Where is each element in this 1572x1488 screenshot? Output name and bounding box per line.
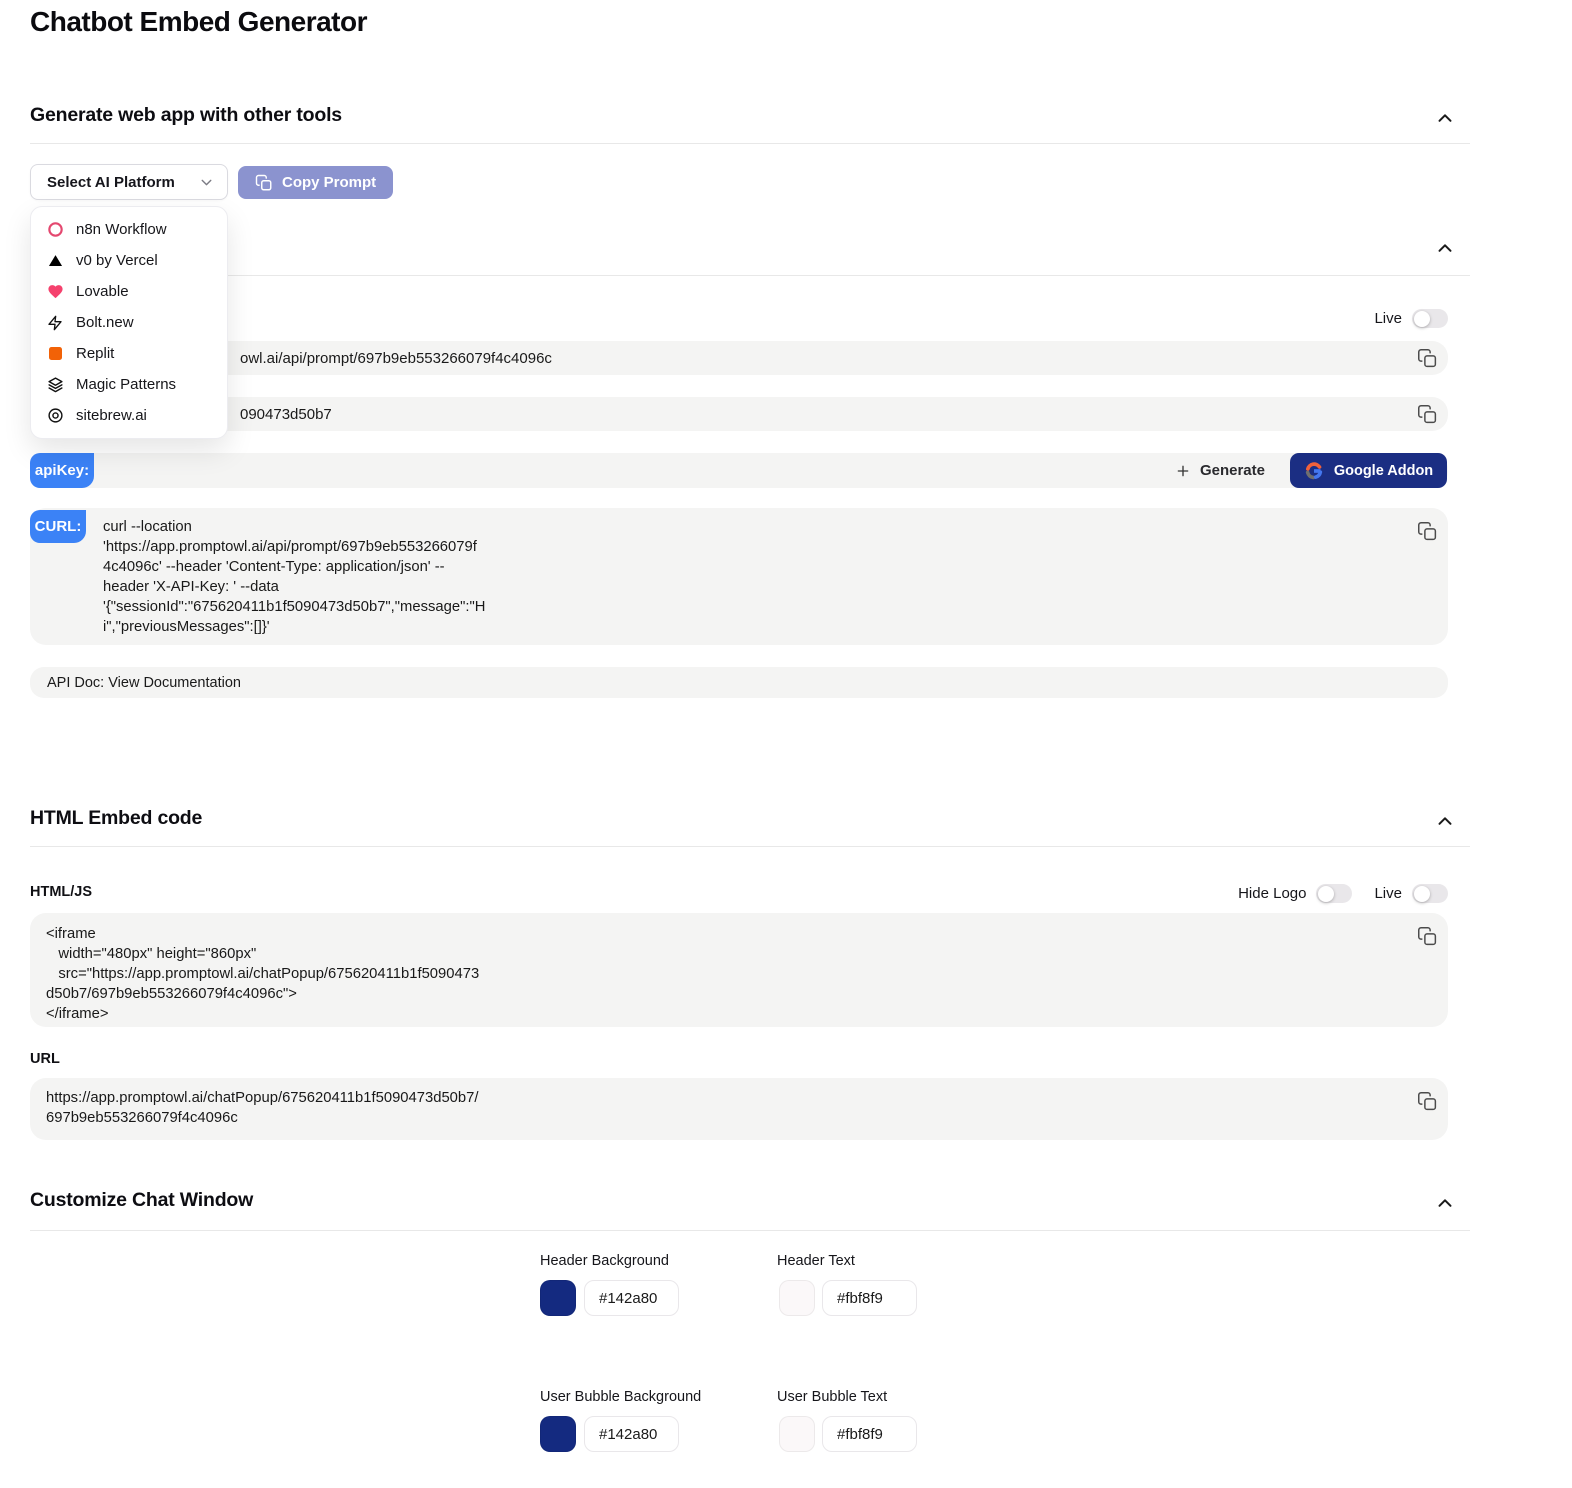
iframe-code-block: <iframe width="480px" height="860px" src…	[30, 913, 1448, 1027]
dropdown-item-n8n-workflow[interactable]: n8n Workflow	[31, 214, 227, 245]
dropdown-item-v0-vercel[interactable]: v0 by Vercel	[31, 245, 227, 276]
user-bubble-background-swatch[interactable]	[540, 1416, 576, 1452]
google-addon-button[interactable]: Google Addon	[1290, 453, 1447, 488]
copy-curl-button[interactable]	[1416, 520, 1438, 542]
api-key-row: apiKey: Generate Google Addon	[30, 453, 1448, 488]
generate-label: Generate	[1200, 462, 1265, 479]
concentric-rings-icon	[46, 407, 64, 424]
copy-prompt-label: Copy Prompt	[282, 174, 376, 191]
user-bubble-text-swatch[interactable]	[779, 1416, 815, 1452]
live-toggle[interactable]	[1412, 309, 1448, 328]
popup-url-field: https://app.promptowl.ai/chatPopup/67562…	[30, 1078, 1448, 1140]
collapse-api-section-button[interactable]	[1432, 238, 1458, 260]
n8n-ring-icon	[46, 221, 64, 238]
copy-icon	[255, 174, 273, 192]
curl-tag: CURL:	[30, 510, 86, 543]
dropdown-item-label: n8n Workflow	[76, 221, 167, 238]
ai-platform-dropdown-menu: n8n Workflow v0 by Vercel Lovable Bolt.n…	[30, 206, 228, 439]
api-key-tag: apiKey:	[30, 453, 94, 488]
chevron-up-icon	[1434, 108, 1456, 130]
lightning-icon	[46, 315, 64, 331]
live-toggle-row: Live	[1374, 309, 1448, 328]
dropdown-item-label: Lovable	[76, 283, 129, 300]
dropdown-item-sitebrew[interactable]: sitebrew.ai	[31, 400, 227, 431]
chevron-up-icon	[1434, 238, 1456, 260]
api-doc-text: API Doc: View Documentation	[47, 675, 241, 691]
copy-iframe-code-button[interactable]	[1416, 925, 1438, 947]
prompt-url-field: owl.ai/api/prompt/697b9eb553266079f4c409…	[30, 341, 1448, 375]
curl-command: curl --location 'https://app.promptowl.a…	[103, 517, 603, 637]
collapse-generate-section-button[interactable]	[1432, 108, 1458, 130]
divider	[30, 1230, 1470, 1231]
generate-api-key-button[interactable]: Generate	[1175, 453, 1265, 488]
plus-icon	[1175, 463, 1191, 479]
heart-icon	[46, 283, 64, 300]
chevron-up-icon	[1434, 1193, 1456, 1215]
collapse-customize-section-button[interactable]	[1432, 1193, 1458, 1215]
copy-session-id-button[interactable]	[1416, 403, 1438, 425]
header-background-label: Header Background	[540, 1253, 669, 1269]
vercel-triangle-icon	[46, 253, 64, 268]
header-background-swatch[interactable]	[540, 1280, 576, 1316]
section-title-customize: Customize Chat Window	[30, 1189, 253, 1212]
curl-block: CURL: curl --location 'https://app.promp…	[30, 508, 1448, 645]
dropdown-item-lovable[interactable]: Lovable	[31, 276, 227, 307]
copy-prompt-url-button[interactable]	[1416, 347, 1438, 369]
embed-live-toggle[interactable]	[1412, 884, 1448, 903]
html-js-label: HTML/JS	[30, 884, 92, 900]
chatbot-embed-generator-page: Chatbot Embed Generator Generate web app…	[0, 0, 1572, 1488]
copy-prompt-button[interactable]: Copy Prompt	[238, 166, 393, 199]
api-doc-link-bar[interactable]: API Doc: View Documentation	[30, 667, 1448, 698]
embed-toggles-row: Hide Logo Live	[1238, 884, 1448, 903]
header-background-hex-input[interactable]	[584, 1280, 679, 1316]
section-title-html-embed: HTML Embed code	[30, 807, 202, 830]
replit-square-icon	[46, 346, 64, 361]
hide-logo-label: Hide Logo	[1238, 885, 1306, 902]
dropdown-item-label: Replit	[76, 345, 114, 362]
divider	[30, 275, 1470, 276]
dropdown-item-label: Magic Patterns	[76, 376, 176, 393]
header-text-hex-input[interactable]	[822, 1280, 917, 1316]
user-bubble-text-hex-input[interactable]	[822, 1416, 917, 1452]
session-id-field: 090473d50b7	[30, 397, 1448, 431]
dropdown-item-magic-patterns[interactable]: Magic Patterns	[31, 369, 227, 400]
header-text-label: Header Text	[777, 1253, 855, 1269]
dropdown-item-label: v0 by Vercel	[76, 252, 158, 269]
dropdown-item-label: sitebrew.ai	[76, 407, 147, 424]
user-bubble-background-hex-input[interactable]	[584, 1416, 679, 1452]
dropdown-item-bolt-new[interactable]: Bolt.new	[31, 307, 227, 338]
divider	[30, 143, 1470, 144]
user-bubble-background-label: User Bubble Background	[540, 1389, 701, 1405]
user-bubble-text-label: User Bubble Text	[777, 1389, 887, 1405]
collapse-embed-section-button[interactable]	[1432, 811, 1458, 833]
chevron-up-icon	[1434, 811, 1456, 833]
divider	[30, 846, 1470, 847]
dropdown-item-label: Bolt.new	[76, 314, 134, 331]
section-title-generate-web-app: Generate web app with other tools	[30, 104, 342, 127]
chevron-down-icon	[198, 174, 215, 191]
url-label: URL	[30, 1051, 60, 1067]
layers-icon	[46, 376, 64, 393]
select-ai-platform-label: Select AI Platform	[47, 174, 175, 191]
live-label: Live	[1374, 885, 1402, 902]
google-g-icon	[1304, 461, 1324, 481]
dropdown-item-replit[interactable]: Replit	[31, 338, 227, 369]
copy-popup-url-button[interactable]	[1416, 1090, 1438, 1112]
live-label: Live	[1374, 310, 1402, 327]
page-title: Chatbot Embed Generator	[30, 6, 367, 38]
hide-logo-toggle[interactable]	[1316, 884, 1352, 903]
google-addon-label: Google Addon	[1334, 463, 1433, 479]
header-text-swatch[interactable]	[779, 1280, 815, 1316]
select-ai-platform-dropdown[interactable]: Select AI Platform	[30, 164, 228, 200]
